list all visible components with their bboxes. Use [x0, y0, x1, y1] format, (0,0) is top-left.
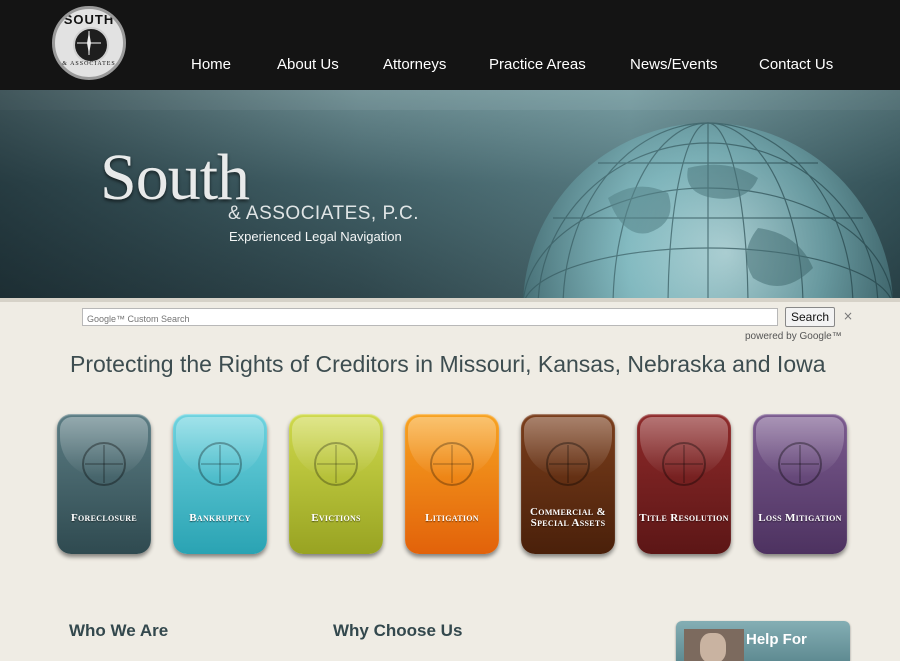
- tile-evictions[interactable]: Evictions: [289, 414, 383, 554]
- main-nav: Home About Us Attorneys Practice Areas N…: [0, 56, 900, 76]
- nav-contact-us[interactable]: Contact Us: [759, 56, 833, 73]
- nav-news-events[interactable]: News/Events: [630, 56, 718, 73]
- tile-bankruptcy[interactable]: Bankruptcy: [173, 414, 267, 554]
- help-for-title: Help For: [746, 631, 807, 648]
- banner-brand: South: [100, 141, 250, 214]
- banner-divider: [0, 298, 900, 302]
- tile-foreclosure[interactable]: Foreclosure: [57, 414, 151, 554]
- compass-emblem-icon: [82, 442, 126, 486]
- site-header: SOUTH & ASSOCIATES Home About Us Attorne…: [0, 0, 900, 90]
- help-for-box[interactable]: Help For: [676, 621, 850, 661]
- tile-label: Bankruptcy: [189, 511, 251, 524]
- compass-emblem-icon: [662, 442, 706, 486]
- nav-home[interactable]: Home: [191, 56, 231, 73]
- compass-emblem-icon: [430, 442, 474, 486]
- tile-label: Foreclosure: [70, 511, 138, 524]
- tile-label: Commercial & Special Assets: [530, 506, 606, 529]
- help-photo-detail: [700, 633, 726, 661]
- banner-subtitle: & ASSOCIATES, P.C.: [228, 203, 419, 224]
- powered-by-google: powered by Google™: [745, 331, 842, 342]
- banner-tagline: Experienced Legal Navigation: [229, 229, 402, 244]
- search-button[interactable]: Search: [785, 307, 835, 327]
- tile-label: Litigation: [425, 511, 479, 524]
- tile-title-resolution[interactable]: Title Resolution: [637, 414, 731, 554]
- logo-text-top: SOUTH: [63, 12, 115, 27]
- tile-loss-mitigation[interactable]: Loss Mitigation: [753, 414, 847, 554]
- search-input[interactable]: [83, 311, 777, 327]
- compass-emblem-icon: [778, 442, 822, 486]
- tile-commercial-special-assets[interactable]: Commercial & Special Assets: [521, 414, 615, 554]
- page-headline: Protecting the Rights of Creditors in Mi…: [70, 351, 826, 377]
- compass-emblem-icon: [546, 442, 590, 486]
- hero-banner: South & ASSOCIATES, P.C. Experienced Leg…: [0, 90, 900, 298]
- tile-label: Title Resolution: [639, 511, 729, 524]
- section-why-choose-us: Why Choose Us: [333, 621, 463, 640]
- search-input-wrapper: [82, 308, 778, 327]
- close-icon[interactable]: ×: [843, 309, 853, 323]
- tile-label: Loss Mitigation: [758, 511, 842, 524]
- compass-emblem-icon: [314, 442, 358, 486]
- nav-practice-areas[interactable]: Practice Areas: [489, 56, 586, 73]
- nav-about-us[interactable]: About Us: [277, 56, 339, 73]
- section-who-we-are: Who We Are: [69, 621, 169, 640]
- nav-attorneys[interactable]: Attorneys: [383, 56, 446, 73]
- tile-litigation[interactable]: Litigation: [405, 414, 499, 554]
- tile-label: Evictions: [311, 511, 361, 524]
- compass-emblem-icon: [198, 442, 242, 486]
